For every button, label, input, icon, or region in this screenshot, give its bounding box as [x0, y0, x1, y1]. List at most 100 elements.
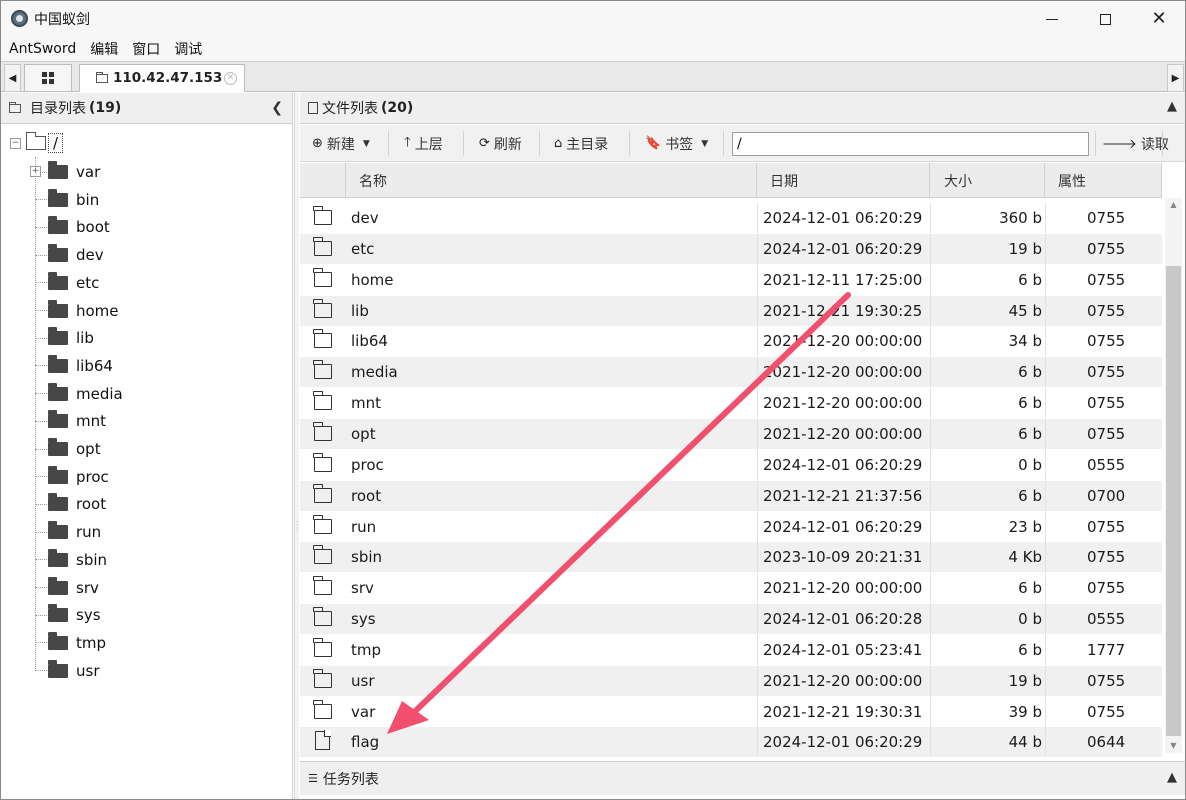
folder-icon [313, 329, 332, 349]
file-date: 2024-12-01 05:23:41 [763, 640, 923, 659]
file-date: 2021-12-20 00:00:00 [763, 394, 923, 413]
file-row-root[interactable]: root 2021-12-21 21:37:56 6 b 0700 [300, 480, 1162, 511]
file-row-var[interactable]: var 2021-12-21 19:30:31 39 b 0755 [300, 696, 1162, 727]
tree-item-lib[interactable]: lib [35, 327, 94, 349]
file-row-proc[interactable]: proc 2024-12-01 06:20:29 0 b 0555 [300, 449, 1162, 480]
file-row-tmp[interactable]: tmp 2024-12-01 05:23:41 6 b 1777 [300, 634, 1162, 665]
file-list-scrollbar[interactable]: ▲ ▼ [1165, 198, 1182, 753]
read-button[interactable]: 🡒 读取 [1102, 130, 1169, 157]
file-name: flag [351, 733, 380, 752]
tree-item-label: boot [76, 218, 110, 237]
maximize-icon [1099, 13, 1111, 25]
new-button[interactable]: ⊕ 新建 ▼ [312, 130, 370, 157]
tab-home[interactable] [24, 64, 72, 92]
menu-debug[interactable]: 调试 [174, 39, 202, 59]
file-row-dev[interactable]: dev 2024-12-01 06:20:29 360 b 0755 [300, 203, 1162, 233]
tree-item-media[interactable]: media [35, 382, 123, 405]
tree-item-label: run [76, 523, 102, 542]
tree-item-etc[interactable]: etc [35, 271, 99, 294]
path-input[interactable] [732, 132, 1089, 156]
tab-close-icon[interactable]: ✕ [224, 72, 237, 85]
directory-panel: 目录列表 (19) ❮ − / + var bin boot dev etc home lib… [1, 93, 293, 799]
file-row-usr[interactable]: usr 2021-12-20 00:00:00 19 b 0755 [300, 665, 1162, 696]
file-attr: 0755 [1087, 270, 1126, 289]
folder-icon [313, 545, 332, 565]
tree-item-var[interactable]: + var [30, 161, 100, 183]
expand-tasks-icon[interactable]: ▲ [1167, 770, 1177, 785]
file-row-mnt[interactable]: mnt 2021-12-20 00:00:00 6 b 0755 [300, 388, 1162, 419]
new-label: 新建 [326, 136, 355, 153]
maximize-button[interactable] [1082, 1, 1128, 37]
tab-scroll-left-button[interactable]: ◀ [4, 64, 21, 92]
folder-icon [313, 267, 332, 287]
menu-edit[interactable]: 编辑 [90, 39, 118, 59]
up-button[interactable]: 🡑 上层 [404, 130, 443, 157]
tree-root[interactable]: − / [10, 132, 64, 154]
scroll-down-icon[interactable]: ▼ [1165, 739, 1182, 753]
file-attr: 0555 [1087, 455, 1126, 474]
file-row-media[interactable]: media 2021-12-20 00:00:00 6 b 0755 [300, 357, 1162, 388]
tree-item-boot[interactable]: boot [35, 216, 110, 238]
file-row-home[interactable]: home 2021-12-11 17:25:00 6 b 0755 [300, 264, 1162, 295]
tree-item-root[interactable]: root [35, 493, 106, 515]
panel-splitter[interactable]: · · · · [294, 93, 299, 799]
file-row-srv[interactable]: srv 2021-12-20 00:00:00 6 b 0755 [300, 573, 1162, 604]
tree-item-proc[interactable]: proc [35, 465, 109, 488]
tree-item-opt[interactable]: opt [35, 438, 101, 460]
folder-icon [48, 299, 68, 318]
expand-icon[interactable]: + [30, 166, 41, 177]
tree-item-lib64[interactable]: lib64 [35, 354, 113, 377]
tree-item-tmp[interactable]: tmp [35, 631, 106, 654]
close-button[interactable]: ✕ [1136, 1, 1182, 37]
tree-item-bin[interactable]: bin [35, 188, 99, 211]
collapse-left-icon[interactable]: ❮ [271, 100, 283, 116]
file-date: 2021-12-20 00:00:00 [763, 363, 923, 382]
folder-icon [48, 382, 68, 401]
file-row-run[interactable]: run 2024-12-01 06:20:29 23 b 0755 [300, 511, 1162, 542]
tree-item-sbin[interactable]: sbin [35, 548, 107, 571]
menu-antsword[interactable]: AntSword [9, 41, 76, 57]
file-row-flag[interactable]: flag 2024-12-01 06:20:29 44 b 0644 [300, 727, 1162, 758]
tree-item-sys[interactable]: sys [35, 604, 101, 626]
home-button[interactable]: ⌂ 主目录 [554, 130, 608, 157]
file-row-lib[interactable]: lib 2021-12-21 19:30:25 45 b 0755 [300, 295, 1162, 326]
collapse-tree-icon[interactable]: − [10, 137, 21, 149]
column-name[interactable]: 名称 [346, 163, 757, 198]
column-attr[interactable]: 属性 [1045, 163, 1162, 198]
tab-host[interactable]: 110.42.47.153 ✕ [79, 64, 245, 92]
tree-item-label: proc [76, 467, 109, 486]
file-date: 2021-12-20 00:00:00 [763, 332, 923, 351]
tree-item-label: home [76, 301, 119, 320]
tree-item-mnt[interactable]: mnt [35, 410, 106, 432]
scroll-up-icon[interactable]: ▲ [1165, 198, 1182, 212]
minimize-button[interactable] [1029, 1, 1075, 37]
bookmark-button[interactable]: 🔖 书签 ▼ [645, 130, 708, 157]
file-icon [308, 102, 318, 114]
menu-window[interactable]: 窗口 [132, 39, 160, 59]
collapse-up-icon[interactable]: ▲ [1167, 99, 1177, 114]
refresh-button[interactable]: ⟳ 刷新 [479, 130, 522, 157]
column-date[interactable]: 日期 [757, 163, 930, 198]
home-label: 主目录 [566, 136, 609, 153]
file-row-sbin[interactable]: sbin 2023-10-09 20:21:31 4 Kb 0755 [300, 542, 1162, 573]
tree-item-home[interactable]: home [35, 299, 119, 322]
tree-item-run[interactable]: run [35, 521, 101, 543]
tree-item-srv[interactable]: srv [35, 576, 99, 599]
folder-icon [48, 216, 68, 235]
tree-item-usr[interactable]: usr [35, 659, 100, 682]
column-size[interactable]: 大小 [930, 163, 1045, 198]
file-date: 2021-12-21 19:30:25 [763, 301, 923, 320]
file-row-opt[interactable]: opt 2021-12-20 00:00:00 6 b 0755 [300, 418, 1162, 449]
file-row-etc[interactable]: etc 2024-12-01 06:20:29 19 b 0755 [300, 233, 1162, 264]
folder-icon [48, 244, 68, 263]
file-name: etc [351, 239, 375, 258]
tab-scroll-right-button[interactable]: ▶ [1167, 64, 1184, 92]
file-row-lib64[interactable]: lib64 2021-12-20 00:00:00 34 b 0755 [300, 326, 1162, 357]
directory-panel-header: 目录列表 (19) ❮ [1, 93, 292, 124]
file-row-sys[interactable]: sys 2024-12-01 06:20:28 0 b 0555 [300, 604, 1162, 635]
scroll-thumb[interactable] [1166, 266, 1181, 736]
up-label: 上层 [414, 136, 443, 153]
tree-item-dev[interactable]: dev [35, 244, 104, 266]
tab-bar: ◀ 110.42.47.153 ✕ ▶ [1, 61, 1185, 92]
directory-count: (19) [89, 100, 122, 116]
